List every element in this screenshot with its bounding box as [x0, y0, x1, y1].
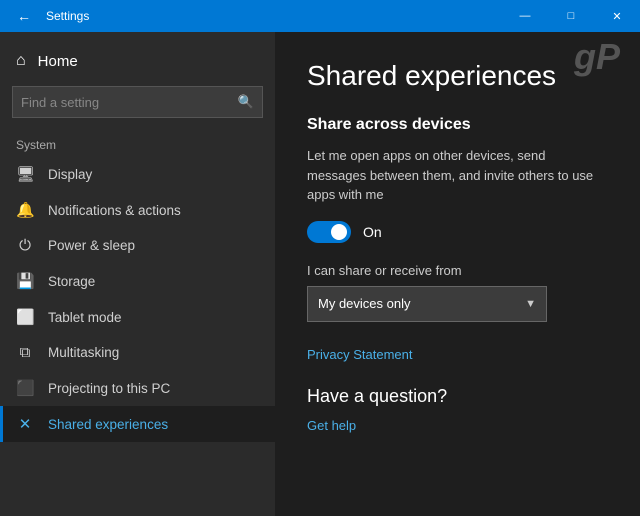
privacy-statement-link[interactable]: Privacy Statement [307, 347, 413, 362]
storage-icon: 💾 [16, 272, 34, 290]
sidebar-item-label: Shared experiences [48, 417, 168, 432]
sidebar-item-label: Multitasking [48, 345, 119, 360]
page-title: Shared experiences [307, 60, 608, 92]
back-icon: ← [17, 8, 31, 24]
share-from-label: I can share or receive from [307, 263, 608, 278]
search-input[interactable] [21, 95, 232, 110]
maximize-button[interactable]: □ [548, 0, 594, 32]
sidebar-item-label: Display [48, 167, 92, 182]
titlebar-left: ← Settings [10, 2, 89, 30]
display-icon: 🖥 [16, 165, 34, 183]
sidebar: ⌂ Home 🔍 System 🖥 Display 🔔 Notification… [0, 32, 275, 516]
toggle-thumb [331, 224, 347, 240]
sidebar-item-projecting[interactable]: ⬛ Projecting to this PC [0, 370, 275, 406]
titlebar: ← Settings — □ ✕ [0, 0, 640, 32]
chevron-down-icon: ▼ [525, 298, 536, 310]
tablet-icon: ⬜ [16, 308, 34, 326]
gp-watermark: gP [574, 36, 620, 78]
back-button[interactable]: ← [10, 2, 38, 30]
notifications-icon: 🔔 [16, 201, 34, 219]
have-a-question-title: Have a question? [307, 386, 608, 407]
dropdown-value: My devices only [318, 296, 410, 311]
search-icon: 🔍 [238, 94, 254, 110]
sidebar-home[interactable]: ⌂ Home [0, 42, 275, 80]
sidebar-item-tablet[interactable]: ⬜ Tablet mode [0, 299, 275, 335]
titlebar-controls: — □ ✕ [502, 0, 640, 32]
search-box[interactable]: 🔍 [12, 86, 263, 118]
description-text: Let me open apps on other devices, send … [307, 146, 608, 205]
toggle-row: On [307, 221, 608, 243]
toggle-label: On [363, 224, 382, 240]
sidebar-item-notifications[interactable]: 🔔 Notifications & actions [0, 192, 275, 228]
sidebar-item-label: Tablet mode [48, 310, 122, 325]
minimize-button[interactable]: — [502, 0, 548, 32]
sidebar-item-label: Projecting to this PC [48, 381, 170, 396]
titlebar-title: Settings [46, 9, 89, 23]
sidebar-item-display[interactable]: 🖥 Display [0, 156, 275, 192]
sidebar-item-label: Notifications & actions [48, 203, 181, 218]
section-title: Share across devices [307, 116, 608, 134]
power-icon: ⏻ [16, 237, 34, 254]
shared-icon: ✕ [16, 415, 34, 433]
projecting-icon: ⬛ [16, 379, 34, 397]
home-icon: ⌂ [16, 52, 26, 70]
content-area: gP Shared experiences Share across devic… [275, 32, 640, 516]
share-from-dropdown[interactable]: My devices only ▼ [307, 286, 547, 322]
close-button[interactable]: ✕ [594, 0, 640, 32]
sidebar-item-multitasking[interactable]: ⧉ Multitasking [0, 335, 275, 370]
home-label: Home [38, 53, 78, 70]
system-section-label: System [0, 132, 275, 156]
get-help-link[interactable]: Get help [307, 418, 356, 433]
multitasking-icon: ⧉ [16, 344, 34, 361]
sidebar-item-label: Storage [48, 274, 95, 289]
share-toggle[interactable] [307, 221, 351, 243]
sidebar-item-power[interactable]: ⏻ Power & sleep [0, 228, 275, 263]
sidebar-item-storage[interactable]: 💾 Storage [0, 263, 275, 299]
main-container: ⌂ Home 🔍 System 🖥 Display 🔔 Notification… [0, 32, 640, 516]
sidebar-item-label: Power & sleep [48, 238, 135, 253]
sidebar-item-shared[interactable]: ✕ Shared experiences [0, 406, 275, 442]
